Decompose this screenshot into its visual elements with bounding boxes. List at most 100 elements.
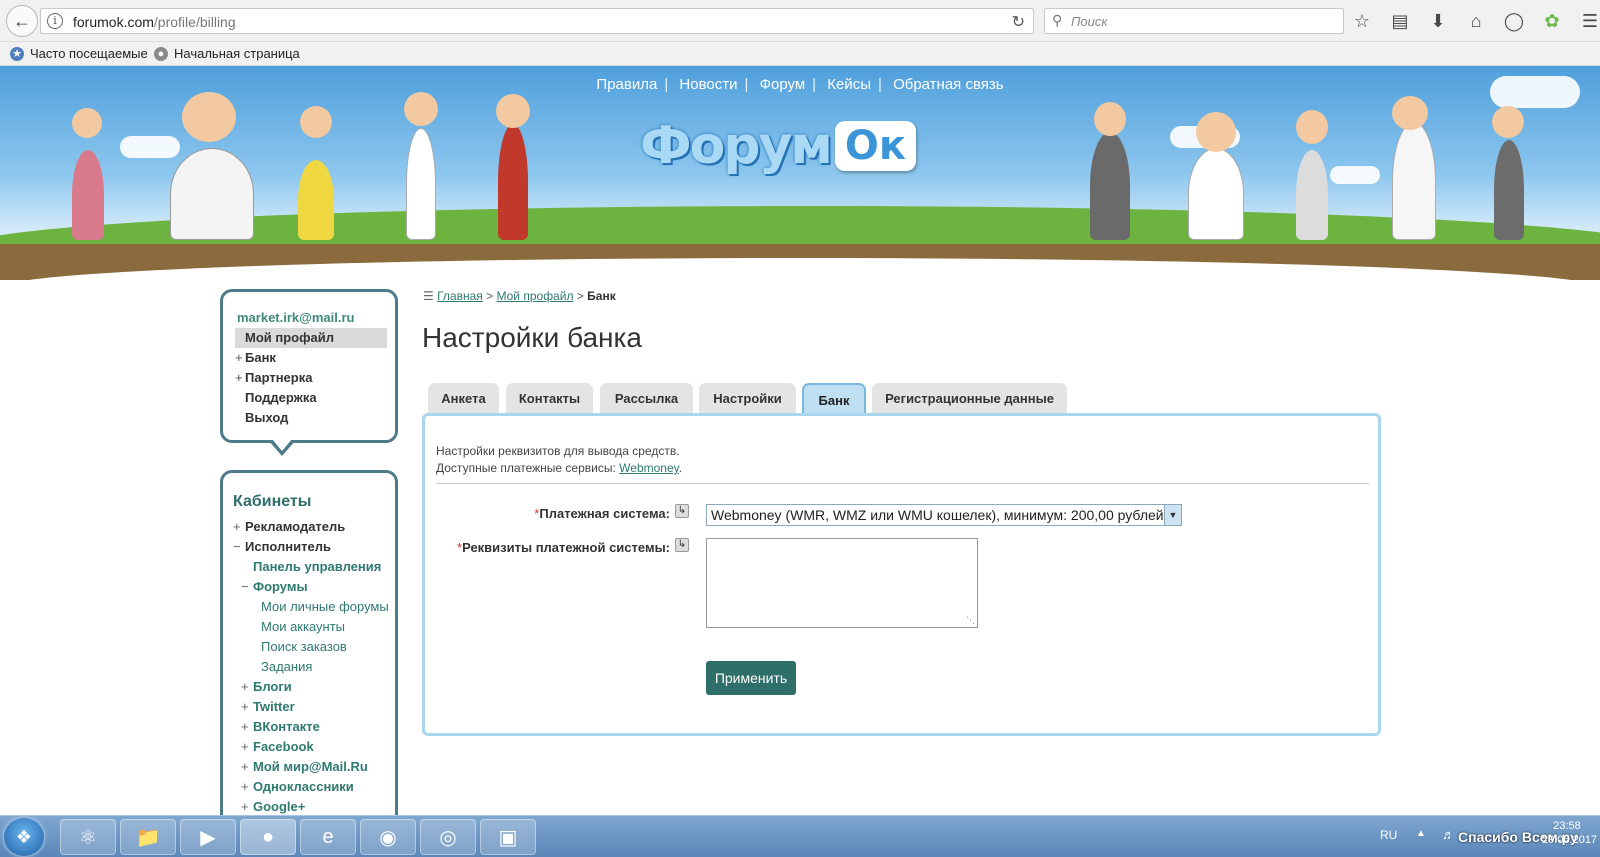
payment-details-textarea[interactable]: ⋱ — [706, 538, 978, 628]
breadcrumb-profile-link[interactable]: Мой профайл — [497, 289, 574, 303]
internet-explorer-icon[interactable]: e — [300, 819, 356, 855]
profile-menu-logout[interactable]: Выход — [235, 408, 387, 428]
bookmark-start-page[interactable]: ● Начальная страница — [154, 46, 300, 61]
menu-label: Мой профайл — [245, 330, 334, 345]
cabinet-item-odnoklassniki[interactable]: + Одноклассники — [233, 777, 393, 797]
tab-contacts[interactable]: Контакты — [506, 383, 593, 414]
expand-icon[interactable]: + — [241, 777, 249, 797]
resize-handle-icon[interactable]: ⋱ — [966, 615, 975, 626]
media-player-icon[interactable]: ▶ — [180, 819, 236, 855]
profile-menu-partner[interactable]: + Партнерка — [235, 368, 387, 388]
cabinet-item-dashboard[interactable]: Панель управления — [233, 557, 393, 577]
expand-icon[interactable]: + — [241, 677, 249, 697]
payment-system-label: *Платежная система: — [505, 506, 670, 521]
profile-menu-bank[interactable]: + Банк — [235, 348, 387, 368]
expand-icon[interactable]: + — [241, 737, 249, 757]
tray-expand-icon[interactable]: ▲ — [1416, 828, 1426, 839]
cabinet-item-google-plus[interactable]: + Google+ — [233, 797, 393, 817]
collapse-icon[interactable]: − — [241, 577, 249, 597]
profile-panel: market.irk@mail.ru Мой профайл + Банк + Па… — [220, 289, 398, 443]
menu-separator: | — [812, 76, 817, 93]
cabinet-label: Twitter — [253, 699, 295, 714]
site-logo[interactable]: Форум Ок — [640, 116, 917, 176]
app-icon[interactable]: ◉ — [360, 819, 416, 855]
cabinet-label: Facebook — [253, 739, 314, 754]
menu-icon[interactable]: ☰ — [1578, 9, 1600, 33]
tab-mailing[interactable]: Рассылка — [600, 383, 693, 414]
tab-registration-data[interactable]: Регистрационные данные — [872, 383, 1067, 414]
extension-icon[interactable]: ✿ — [1540, 9, 1564, 33]
reload-icon[interactable]: ↻ — [1012, 12, 1025, 32]
cabinet-item-facebook[interactable]: + Facebook — [233, 737, 393, 757]
profile-menu-support[interactable]: Поддержка — [235, 388, 387, 408]
expand-icon[interactable]: + — [233, 517, 241, 537]
bookmark-label: Часто посещаемые — [30, 46, 148, 61]
collapse-icon[interactable]: − — [233, 537, 241, 557]
folder-icon[interactable]: 📁 — [120, 819, 176, 855]
profile-menu-my-profile[interactable]: Мой профайл — [235, 328, 387, 348]
expand-icon[interactable]: + — [241, 717, 249, 737]
chrome-icon[interactable]: ◎ — [420, 819, 476, 855]
arrow-left-icon: ← — [13, 10, 31, 31]
cabinet-item-tasks[interactable]: Задания — [233, 657, 393, 677]
cabinet-item-my-accounts[interactable]: Мои аккаунты — [233, 617, 393, 637]
tab-bank[interactable]: Банк — [802, 383, 866, 416]
download-icon[interactable]: ⬇ — [1426, 9, 1450, 33]
apply-button[interactable]: Применить — [706, 661, 796, 695]
payment-system-value: Webmoney (WMR, WMZ или WMU кошелек), мин… — [711, 507, 1164, 523]
cabinet-label: Мой мир@Mail.Ru — [253, 759, 368, 774]
cabinet-item-executor[interactable]: − Исполнитель — [233, 537, 393, 557]
cabinet-item-forums[interactable]: − Форумы — [233, 577, 393, 597]
browser-search-input[interactable]: ⚲ Поиск — [1044, 8, 1344, 34]
reading-list-icon[interactable]: ▤ — [1388, 9, 1412, 33]
address-bar[interactable]: i forumok.com/profile/billing ↻ — [40, 8, 1034, 34]
volume-icon[interactable]: ♬ — [1442, 827, 1455, 842]
webmoney-link[interactable]: Webmoney — [619, 461, 679, 475]
payment-system-select[interactable]: Webmoney (WMR, WMZ или WMU кошелек), мин… — [706, 504, 1182, 526]
cabinet-item-order-search[interactable]: Поиск заказов — [233, 637, 393, 657]
chevron-down-icon[interactable]: ▼ — [1164, 505, 1181, 525]
home-icon[interactable]: ⌂ — [1464, 9, 1488, 33]
menu-separator: | — [664, 76, 669, 93]
expand-icon[interactable]: + — [241, 797, 249, 817]
bookmark-most-visited[interactable]: ★ Часто посещаемые — [10, 46, 148, 61]
help-icon[interactable]: ↳ — [675, 538, 689, 552]
cartoon-head — [1094, 102, 1126, 136]
menu-link-forum[interactable]: Форум — [760, 76, 806, 93]
breadcrumb-home-link[interactable]: Главная — [437, 289, 483, 303]
tab-settings[interactable]: Настройки — [699, 383, 796, 414]
cabinet-item-twitter[interactable]: + Twitter — [233, 697, 393, 717]
cabinet-item-vkontakte[interactable]: + ВКонтакте — [233, 717, 393, 737]
cabinet-label: Одноклассники — [253, 779, 354, 794]
pocket-icon[interactable]: ◯ — [1502, 9, 1526, 33]
cabinet-label: Блоги — [253, 679, 292, 694]
menu-link-cases[interactable]: Кейсы — [827, 76, 871, 93]
expand-icon[interactable]: + — [241, 697, 249, 717]
menu-separator: | — [744, 76, 749, 93]
help-icon[interactable]: ↳ — [675, 504, 689, 518]
clock[interactable]: 23:58 29.06.2017 — [1542, 819, 1597, 847]
cabinet-item-moy-mir[interactable]: + Мой мир@Mail.Ru — [233, 757, 393, 777]
info-icon[interactable]: i — [47, 13, 63, 29]
breadcrumb-separator: > — [576, 289, 584, 303]
back-button[interactable]: ← — [6, 5, 38, 37]
language-indicator[interactable]: RU — [1380, 828, 1397, 842]
windows-start-icon[interactable]: ❖ — [4, 818, 44, 856]
cartoon-head — [182, 92, 236, 142]
bookmarks-bar: ★ Часто посещаемые ● Начальная страница — [0, 42, 1600, 66]
url-text[interactable]: forumok.com/profile/billing — [73, 14, 236, 30]
tab-questionnaire[interactable]: Анкета — [428, 383, 499, 414]
expand-icon[interactable]: + — [241, 757, 249, 777]
bookmark-star-icon[interactable]: ☆ — [1350, 9, 1374, 33]
cabinet-item-advertiser[interactable]: + Рекламодатель — [233, 517, 393, 537]
firefox-icon[interactable]: ● — [240, 819, 296, 855]
cabinet-item-my-forums[interactable]: Мои личные форумы — [233, 597, 393, 617]
menu-link-news[interactable]: Новости — [679, 76, 737, 93]
image-viewer-icon[interactable]: ▣ — [480, 819, 536, 855]
user-email[interactable]: market.irk@mail.ru — [237, 310, 354, 325]
cartoon-character — [298, 160, 334, 240]
cabinet-item-blogs[interactable]: + Блоги — [233, 677, 393, 697]
menu-link-feedback[interactable]: Обратная связь — [893, 76, 1004, 93]
taskbar-app-icon[interactable]: ⚛ — [60, 819, 116, 855]
menu-link-rules[interactable]: Правила — [596, 76, 657, 93]
